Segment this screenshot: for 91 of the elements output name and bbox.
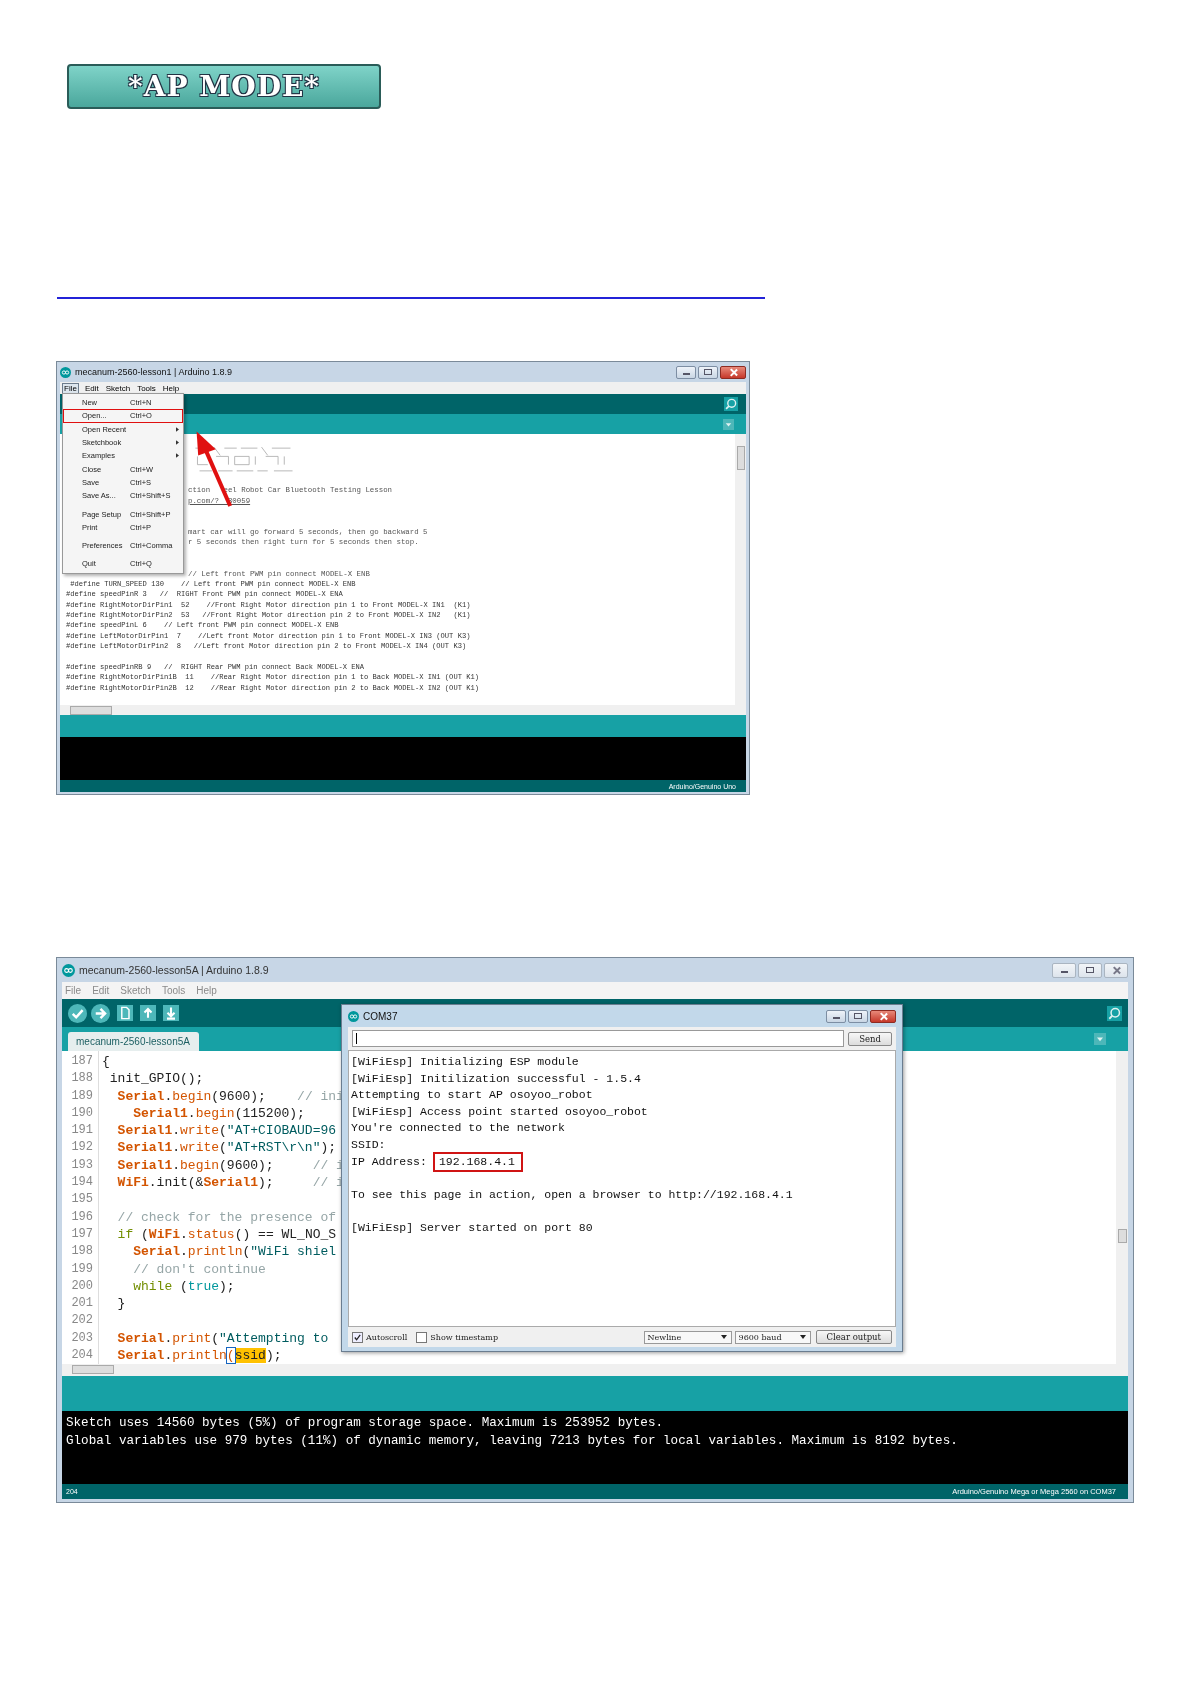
line-number: 188	[70, 1070, 94, 1088]
input-field[interactable]	[352, 1030, 845, 1047]
code-line: init_GPIO();	[108, 1071, 204, 1087]
line-number: 202	[70, 1312, 94, 1330]
close-button[interactable]	[720, 365, 746, 379]
line-number: 195	[70, 1191, 94, 1209]
caret-icon	[799, 1335, 806, 1339]
menu-item[interactable]: Edit	[83, 383, 100, 393]
code-line: Serial.print("Attempting to	[116, 1330, 329, 1346]
line-number: 190	[70, 1104, 94, 1122]
line-number: 196	[70, 1208, 94, 1226]
new-file-button[interactable]	[117, 1005, 133, 1021]
serial-monitor-icon[interactable]	[1107, 1005, 1122, 1021]
checkbox-label: Autoscroll	[366, 1332, 408, 1342]
dropdown-icon[interactable]	[723, 418, 734, 430]
close-button[interactable]	[870, 1009, 896, 1023]
line-number: 189	[70, 1087, 94, 1105]
output-line: Attempting to start AP osoyoo_robot	[351, 1087, 593, 1104]
scrollbar[interactable]	[735, 434, 746, 705]
output-line: [WiFiEsp] Server started on port 80	[351, 1219, 593, 1236]
output-line: [WiFiEsp] Initilization successful - 1.5.4	[351, 1070, 641, 1087]
line-number: 193	[70, 1156, 94, 1174]
line-number: 187	[70, 1053, 94, 1070]
ip-address: 192.168.4.1	[432, 1151, 523, 1172]
clear-output-button[interactable]: Clear output	[815, 1330, 892, 1344]
console-line: Global variables use 979 bytes (11%) of dynamic memory, leaving 7213 bytes for local variables. Maximum is 8192 bytes.	[65, 1432, 958, 1450]
minimize-button[interactable]	[676, 365, 696, 379]
maximize-button[interactable]	[848, 1009, 868, 1023]
sketch-tab[interactable]: mecanum-2560-lesson5A	[68, 1032, 199, 1051]
checkbox-label: Show timestamp	[430, 1332, 499, 1342]
close-button[interactable]	[1104, 962, 1128, 978]
line-number: 203	[70, 1329, 94, 1347]
verify-button[interactable]	[68, 1003, 87, 1023]
minimize-button[interactable]	[826, 1009, 846, 1023]
output-line: To see this page in action, open a browser to http://192.168.4.1	[351, 1186, 793, 1203]
console-line: Sketch uses 14560 bytes (5%) of program storage space. Maximum is 253952 bytes.	[65, 1415, 664, 1432]
infinity-logo-icon	[60, 366, 71, 378]
checkbox[interactable]	[352, 1331, 363, 1343]
code-line: Serial1.write("AT+RST\r\n");	[116, 1140, 337, 1156]
send-button[interactable]: Send	[848, 1031, 892, 1046]
code-line: Serial.println("WiFi shiel	[132, 1244, 337, 1260]
infinity-logo-icon	[348, 1010, 359, 1022]
submenu-arrow-icon	[176, 453, 179, 459]
code-line: while (true);	[132, 1278, 235, 1294]
open-button[interactable]	[140, 1005, 156, 1021]
save-button[interactable]	[163, 1005, 179, 1021]
line-number: 192	[70, 1139, 94, 1157]
menu-item[interactable]: Tools	[136, 383, 157, 393]
caret-icon	[720, 1335, 727, 1339]
scrollbar[interactable]	[62, 1364, 1128, 1376]
window-title: COM37	[363, 1010, 398, 1022]
code-line: Serial.begin(9600); // ini	[116, 1088, 344, 1104]
window-title: mecanum-2560-lesson1 | Arduino 1.8.9	[75, 367, 232, 377]
code-line: // check for the presence of	[116, 1209, 337, 1225]
scrollbar[interactable]	[60, 705, 746, 715]
scrollbar[interactable]	[1116, 1051, 1128, 1364]
infinity-logo-icon	[62, 963, 75, 977]
output-line: SSID:	[351, 1136, 386, 1153]
code-line: Serial1.begin(115200);	[132, 1105, 305, 1121]
upload-button[interactable]	[91, 1003, 110, 1023]
output-line: [WiFiEsp] Access point started osoyoo_robot	[351, 1103, 648, 1120]
submenu-arrow-icon	[176, 426, 179, 432]
line-number: 194	[70, 1174, 94, 1192]
line-number: 191	[70, 1122, 94, 1140]
serial-monitor-icon[interactable]	[724, 397, 738, 411]
code-line: Serial1.write("AT+CIOBAUD=96	[116, 1123, 337, 1139]
code-line: // don't continue	[132, 1261, 266, 1277]
line-ending-dropdown[interactable]: Newline	[643, 1330, 732, 1344]
checkbox[interactable]	[416, 1331, 428, 1343]
code-line: if (WiFi.status() == WL_NO_S	[116, 1226, 337, 1242]
code-line: {	[102, 1054, 110, 1069]
output-line: IP Address:	[351, 1153, 427, 1170]
code-line: }	[116, 1296, 126, 1312]
line-number: 201	[70, 1295, 94, 1313]
menu-item[interactable]: Help	[161, 383, 181, 393]
maximize-button[interactable]	[698, 365, 718, 379]
line-number: 197	[70, 1225, 94, 1243]
line-number: 199	[70, 1260, 94, 1278]
title-banner: *AP MODE*	[67, 64, 381, 109]
maximize-button[interactable]	[1078, 962, 1102, 978]
line-number: 200	[70, 1277, 94, 1295]
window-title: mecanum-2560-lesson5A | Arduino 1.8.9	[79, 964, 269, 976]
output-line: You're connected to the network	[351, 1120, 565, 1137]
output-line: [WiFiEsp] Initializing ESP module	[351, 1054, 579, 1070]
submenu-arrow-icon	[176, 440, 179, 446]
code-line: Serial.println(ssid);	[116, 1348, 282, 1364]
minimize-button[interactable]	[1052, 962, 1076, 978]
line-number: 198	[70, 1243, 94, 1261]
menu-item[interactable]: Sketch	[104, 383, 132, 393]
baud-rate-dropdown[interactable]: 9600 baud	[734, 1330, 811, 1344]
line-number: 204	[70, 1347, 94, 1365]
